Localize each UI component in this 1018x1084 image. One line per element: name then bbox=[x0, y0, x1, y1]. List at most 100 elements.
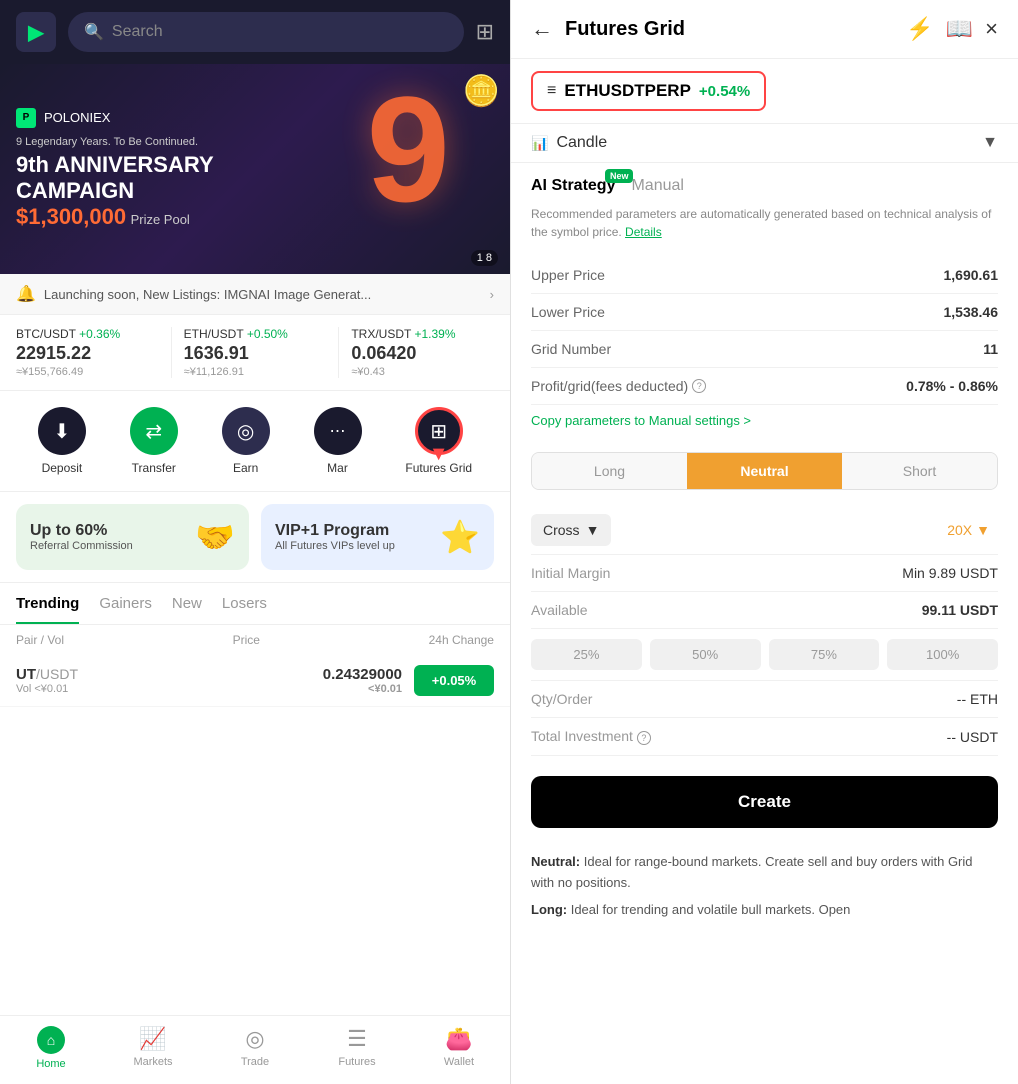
table-row[interactable]: UT/USDT Vol <¥0.01 0.24329000 <¥0.01 +0.… bbox=[0, 655, 510, 707]
grid-number-value: 11 bbox=[983, 341, 998, 357]
pct-50[interactable]: 50% bbox=[650, 639, 761, 670]
promo-cards: Up to 60% Referral Commission 🤝 VIP+1 Pr… bbox=[0, 492, 510, 583]
symbol-section: ≡ ETHUSDTPERP +0.54% bbox=[511, 59, 1018, 124]
tab-losers[interactable]: Losers bbox=[222, 595, 267, 624]
nav-home-label: Home bbox=[36, 1058, 65, 1070]
details-link[interactable]: Details bbox=[625, 225, 662, 239]
promo-referral[interactable]: Up to 60% Referral Commission 🤝 bbox=[16, 504, 249, 570]
ticker-divider-2 bbox=[338, 327, 339, 378]
back-button[interactable]: ← bbox=[531, 16, 553, 42]
promo-banner[interactable]: P POLONIEX 9 Legendary Years. To Be Cont… bbox=[0, 64, 510, 274]
nav-markets[interactable]: 📈 Markets bbox=[102, 1016, 204, 1084]
candle-dropdown-arrow[interactable]: ▼ bbox=[982, 134, 998, 152]
nav-wallet[interactable]: 👛 Wallet bbox=[408, 1016, 510, 1084]
initial-margin-currency: USDT bbox=[960, 565, 998, 581]
desc-long-label: Long: bbox=[531, 902, 567, 917]
nav-futures[interactable]: ☰ Futures bbox=[306, 1016, 408, 1084]
tab-long[interactable]: Long bbox=[532, 453, 687, 489]
action-futures-grid[interactable]: ⊞ Futures Grid ▼ bbox=[405, 407, 472, 475]
banner-big-number: 9 bbox=[367, 74, 450, 224]
leverage-value: 20X bbox=[947, 522, 972, 538]
create-button[interactable]: Create bbox=[531, 776, 998, 828]
tab-gainers[interactable]: Gainers bbox=[99, 595, 152, 624]
banner-coins-decoration: 🪙 bbox=[463, 74, 500, 109]
ticker-eth[interactable]: ETH/USDT +0.50% 1636.91 ≈¥11,126.91 bbox=[184, 327, 327, 378]
tab-manual[interactable]: Manual bbox=[631, 177, 683, 195]
market-price-ut: 0.24329000 <¥0.01 bbox=[209, 666, 402, 695]
tab-ai-strategy[interactable]: AI Strategy New bbox=[531, 177, 615, 195]
leverage-select[interactable]: 20X ▼ bbox=[939, 514, 998, 546]
scan-icon[interactable]: ⊞ bbox=[476, 19, 494, 45]
profit-info-icon[interactable]: ? bbox=[692, 379, 706, 393]
banner-title: 9th ANNIVERSARY CAMPAIGN bbox=[16, 152, 214, 205]
qty-order-label: Qty/Order bbox=[531, 691, 592, 707]
promo-vip-title: VIP+1 Program bbox=[275, 522, 395, 540]
pair-vol: Vol <¥0.01 bbox=[16, 683, 209, 695]
right-panel: ← Futures Grid ⚡ 📖 × ≡ ETHUSDTPERP +0.54… bbox=[510, 0, 1018, 1084]
earn-icon: ◎ bbox=[222, 407, 270, 455]
close-button[interactable]: × bbox=[985, 16, 998, 42]
search-bar[interactable]: 🔍 Search bbox=[68, 12, 464, 52]
ticker-btc-change: +0.36% bbox=[79, 327, 120, 341]
info-button[interactable]: ⚡ bbox=[906, 16, 933, 42]
banner-subtitle: 9 Legendary Years. To Be Continued. bbox=[16, 136, 214, 148]
pct-75[interactable]: 75% bbox=[769, 639, 880, 670]
action-earn[interactable]: ◎ Earn bbox=[222, 407, 270, 475]
tab-neutral[interactable]: Neutral bbox=[687, 453, 842, 489]
tab-short[interactable]: Short bbox=[842, 453, 997, 489]
desc-neutral-text: Ideal for range-bound markets. Create se… bbox=[531, 854, 973, 890]
pct-100[interactable]: 100% bbox=[887, 639, 998, 670]
parameters-section: Upper Price 1,690.61 Lower Price 1,538.4… bbox=[511, 249, 1018, 444]
copy-params-link[interactable]: Copy parameters to Manual settings > bbox=[531, 405, 998, 436]
margin-type-value: Cross bbox=[543, 522, 580, 538]
book-button[interactable]: 📖 bbox=[946, 16, 973, 42]
nav-trade-label: Trade bbox=[241, 1056, 269, 1068]
action-deposit-label: Deposit bbox=[42, 461, 83, 475]
desc-long-text: Ideal for trending and volatile bull mar… bbox=[571, 902, 851, 917]
pct-25[interactable]: 25% bbox=[531, 639, 642, 670]
search-icon: 🔍 bbox=[84, 22, 104, 42]
action-market[interactable]: ⋯ Mar bbox=[314, 407, 362, 475]
poloniex-logo-icon: P bbox=[16, 108, 36, 128]
param-profit-grid: Profit/grid(fees deducted) ? 0.78% - 0.8… bbox=[531, 368, 998, 405]
symbol-menu-icon: ≡ bbox=[547, 82, 556, 100]
promo-vip[interactable]: VIP+1 Program All Futures VIPs level up … bbox=[261, 504, 494, 570]
price-main: 0.24329000 bbox=[209, 666, 402, 683]
total-investment-info-icon[interactable]: ? bbox=[637, 731, 651, 745]
candle-section: 📊 Candle ▼ bbox=[511, 124, 1018, 163]
new-badge: New bbox=[605, 169, 634, 183]
announcement-text: Launching soon, New Listings: IMGNAI Ima… bbox=[44, 287, 482, 302]
nav-home[interactable]: ⌂ Home bbox=[0, 1016, 102, 1084]
col-change: 24h Change bbox=[429, 633, 494, 647]
banner-brand-name: POLONIEX bbox=[44, 110, 110, 125]
ticker-trx-price: 0.06420 bbox=[351, 343, 494, 364]
param-grid-number: Grid Number 11 bbox=[531, 331, 998, 368]
profit-grid-value: 0.78% - 0.86% bbox=[906, 378, 998, 394]
announcement-bar[interactable]: 🔔 Launching soon, New Listings: IMGNAI I… bbox=[0, 274, 510, 315]
futures-icon: ☰ bbox=[347, 1026, 367, 1052]
price-sub: <¥0.01 bbox=[209, 683, 402, 695]
leverage-dropdown: ▼ bbox=[976, 522, 990, 538]
bottom-navigation: ⌂ Home 📈 Markets ◎ Trade ☰ Futures 👛 Wal… bbox=[0, 1015, 510, 1084]
symbol-name: ETHUSDTPERP bbox=[564, 81, 691, 101]
ticker-btc[interactable]: BTC/USDT +0.36% 22915.22 ≈¥155,766.49 bbox=[16, 327, 159, 378]
ticker-trx[interactable]: TRX/USDT +1.39% 0.06420 ≈¥0.43 bbox=[351, 327, 494, 378]
nav-trade[interactable]: ◎ Trade bbox=[204, 1016, 306, 1084]
symbol-change: +0.54% bbox=[699, 83, 750, 100]
margin-type-select[interactable]: Cross ▼ bbox=[531, 514, 611, 546]
percentage-buttons: 25% 50% 75% 100% bbox=[531, 629, 998, 681]
desc-neutral: Neutral: Ideal for range-bound markets. … bbox=[531, 852, 998, 894]
price-tickers: BTC/USDT +0.36% 22915.22 ≈¥155,766.49 ET… bbox=[0, 315, 510, 391]
total-investment-row: Total Investment ? -- USDT bbox=[531, 718, 998, 756]
action-transfer[interactable]: ⇄ Transfer bbox=[130, 407, 178, 475]
symbol-badge[interactable]: ≡ ETHUSDTPERP +0.54% bbox=[531, 71, 766, 111]
tab-trending[interactable]: Trending bbox=[16, 595, 79, 624]
position-tabs: Long Neutral Short bbox=[531, 452, 998, 490]
lower-price-value: 1,538.46 bbox=[944, 304, 999, 320]
market-icon: ⋯ bbox=[314, 407, 362, 455]
action-deposit[interactable]: ⬇ Deposit bbox=[38, 407, 86, 475]
tab-new[interactable]: New bbox=[172, 595, 202, 624]
candle-icon: 📊 bbox=[531, 135, 548, 152]
description-section: Neutral: Ideal for range-bound markets. … bbox=[511, 840, 1018, 932]
ticker-eth-price: 1636.91 bbox=[184, 343, 327, 364]
